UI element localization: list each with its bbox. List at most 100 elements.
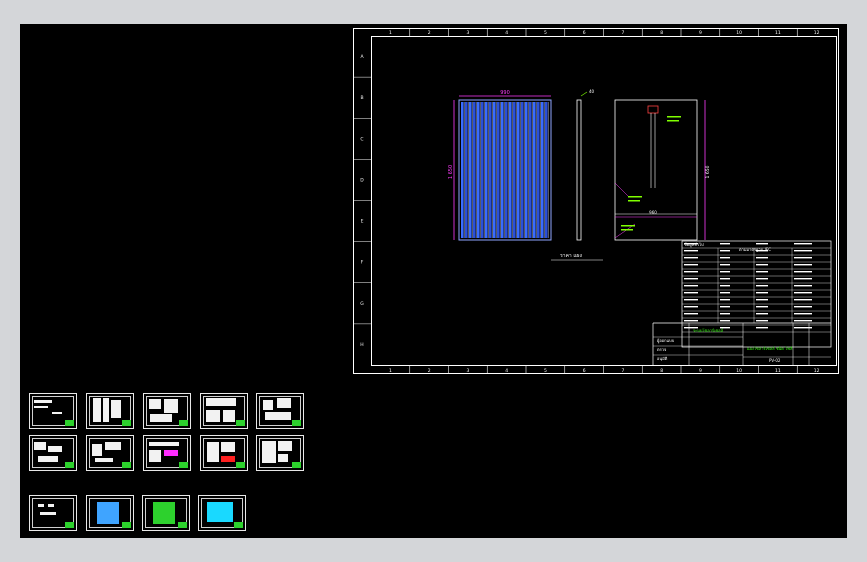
row-letter-F: F bbox=[361, 260, 364, 266]
spec-cell-text bbox=[794, 306, 812, 308]
spec-cell-text bbox=[794, 320, 812, 322]
column-number-bottom-11: 11 bbox=[775, 368, 781, 374]
spec-cell-text bbox=[720, 306, 730, 308]
approver-label: อนุมัติ bbox=[657, 356, 668, 362]
spec-cell-text bbox=[794, 257, 812, 259]
thumbnail-drawing bbox=[150, 414, 172, 422]
thumbnail-drawing bbox=[92, 444, 102, 456]
view-caption: ราคา แผง bbox=[560, 253, 582, 259]
spec-cell-text bbox=[684, 320, 698, 322]
layout-thumbnail-3[interactable] bbox=[143, 393, 191, 429]
drawing-canvas[interactable]: 1 1 2 2 3 3 4 4 5 5 6 6 7 7 8 8 9 9 10 10 11 11 12 12 A B C D E F G H 9… bbox=[20, 24, 847, 538]
spec-cell-text bbox=[756, 264, 768, 266]
mount-span-text: 960 bbox=[649, 210, 657, 215]
thumbnail-drawing bbox=[221, 456, 235, 462]
cell-column bbox=[469, 102, 472, 238]
column-number-top-7: 7 bbox=[621, 30, 624, 36]
thumbnail-drawing bbox=[164, 450, 178, 456]
title-block-header-right: ตามมาตรฐาน IEC bbox=[739, 247, 771, 252]
layout-thumbnail-7[interactable] bbox=[86, 435, 134, 471]
layout-thumbnail-2[interactable] bbox=[86, 393, 134, 429]
row-letter-D: D bbox=[360, 177, 364, 183]
row-letter-C: C bbox=[360, 136, 363, 142]
panel-cells bbox=[461, 102, 549, 238]
layout-thumbnail-8[interactable] bbox=[143, 435, 191, 471]
thumbnail-drawing bbox=[263, 400, 273, 410]
cell-column bbox=[465, 102, 468, 238]
column-number-top-2: 2 bbox=[428, 30, 431, 36]
frame-depth-text: 40 bbox=[589, 89, 595, 94]
thumbnail-drawing bbox=[278, 454, 288, 462]
column-number-bottom-1: 1 bbox=[389, 368, 392, 374]
cell-column bbox=[489, 102, 492, 238]
height-dimension-text: 1 650 bbox=[448, 165, 454, 179]
column-number-bottom-9: 9 bbox=[699, 368, 702, 374]
spec-cell-text bbox=[720, 271, 730, 273]
cell-column bbox=[461, 102, 464, 238]
thumbnail-drawing bbox=[206, 410, 220, 422]
spec-cell-text bbox=[794, 264, 812, 266]
column-number-bottom-7: 7 bbox=[621, 368, 624, 374]
layout-thumbnail-11[interactable] bbox=[29, 495, 77, 531]
cell-column bbox=[473, 102, 476, 238]
cell-column bbox=[529, 102, 532, 238]
back-frame bbox=[614, 99, 698, 241]
thumbnail-drawing bbox=[34, 442, 46, 450]
thumbnail-drawing bbox=[95, 458, 113, 462]
thumbnail-drawing bbox=[223, 410, 235, 422]
row-letter-E: E bbox=[361, 219, 364, 225]
grid-labels: 112233445566778899101011111212ABCDEFGH bbox=[354, 29, 820, 374]
column-number-bottom-6: 6 bbox=[583, 368, 586, 374]
thumbnail-drawing bbox=[48, 446, 62, 452]
spec-cell-text bbox=[720, 320, 730, 322]
panel-front-view: 990 1 650 bbox=[448, 90, 552, 241]
cell-column bbox=[501, 102, 504, 238]
layout-thumbnail-4[interactable] bbox=[200, 393, 248, 429]
panel-side-view: 40 bbox=[576, 89, 595, 241]
thumbnail-drawing bbox=[93, 398, 101, 422]
spec-cell-text bbox=[684, 271, 698, 273]
spec-cell-text bbox=[684, 257, 698, 259]
layout-thumbnail-13[interactable] bbox=[142, 495, 190, 531]
column-number-top-1: 1 bbox=[389, 30, 392, 36]
spec-cell-text bbox=[756, 306, 768, 308]
spec-table bbox=[682, 243, 831, 333]
column-number-top-8: 8 bbox=[660, 30, 663, 36]
column-number-bottom-12: 12 bbox=[814, 368, 820, 374]
spec-cell-text bbox=[756, 257, 768, 259]
layout-thumbnail-5[interactable] bbox=[256, 393, 304, 429]
sheet-outer-border bbox=[353, 28, 839, 374]
spec-cell-text bbox=[756, 243, 768, 245]
junction-box bbox=[647, 105, 659, 114]
layout-thumbnail-1[interactable] bbox=[29, 393, 77, 429]
layout-thumbnail-9[interactable] bbox=[200, 435, 248, 471]
layout-thumbnail-10[interactable] bbox=[256, 435, 304, 471]
thumbnail-drawing bbox=[38, 504, 44, 507]
row-letter-A: A bbox=[360, 54, 364, 60]
thumbnail-title-block bbox=[292, 462, 301, 468]
drawing-title-text: แผงโซลาร์เซลล์ ชนิด โพลี bbox=[747, 346, 793, 351]
thumbnail-drawing bbox=[48, 504, 54, 507]
spec-cell-text bbox=[756, 313, 768, 315]
cell-column bbox=[481, 102, 484, 238]
thumbnail-title-block bbox=[234, 522, 243, 528]
panel-back-view: 960 1 650 bbox=[614, 99, 711, 241]
thumbnail-drawing bbox=[111, 400, 121, 418]
thumbnail-title-block bbox=[122, 462, 131, 468]
thumbnail-drawing bbox=[149, 442, 179, 446]
designer-label: ผู้ออกแบบ bbox=[657, 338, 675, 344]
layout-thumbnail-12[interactable] bbox=[86, 495, 134, 531]
thumbnail-title-block bbox=[122, 522, 131, 528]
column-number-bottom-8: 8 bbox=[660, 368, 663, 374]
cell-column bbox=[505, 102, 508, 238]
spec-cell-text bbox=[684, 285, 698, 287]
thumbnail-title-block bbox=[292, 420, 301, 426]
layout-thumbnail-6[interactable] bbox=[29, 435, 77, 471]
cell-column bbox=[525, 102, 528, 238]
spec-cell-text bbox=[756, 327, 768, 329]
spec-cell-text bbox=[720, 243, 730, 245]
layout-thumbnail-14[interactable] bbox=[198, 495, 246, 531]
spec-cell-text bbox=[756, 271, 768, 273]
spec-cell-text bbox=[756, 292, 768, 294]
spec-cell-text bbox=[684, 278, 698, 280]
